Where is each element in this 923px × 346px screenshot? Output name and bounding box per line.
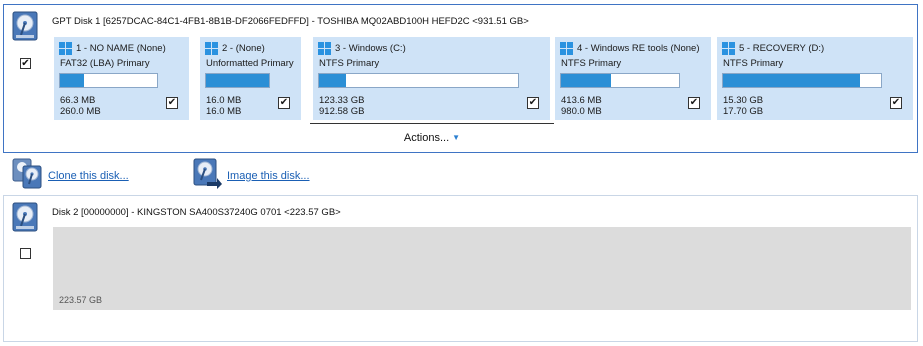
- partition-usage-fill: [206, 74, 269, 87]
- partition-filesystem: FAT32 (LBA) Primary: [60, 58, 150, 69]
- partition-total: 980.0 MB: [561, 106, 602, 117]
- partition-usage-bar: [560, 73, 680, 88]
- chevron-down-icon: ▼: [452, 133, 461, 142]
- partition-used: 123.33 GB: [319, 95, 365, 106]
- disk-2-checkbox[interactable]: [20, 248, 31, 259]
- disk-1-checkbox[interactable]: ✔: [20, 58, 31, 69]
- partition-usage-bar: [318, 73, 519, 88]
- windows-logo-icon: [560, 42, 573, 55]
- partition-label: 2 - (None): [222, 43, 265, 54]
- disk-1-panel[interactable]: ✔ GPT Disk 1 [6257DCAC-84C1-4FB1-8B1B-DF…: [3, 4, 918, 153]
- partition-used: 413.6 MB: [561, 95, 602, 106]
- partition-usage-fill: [561, 74, 611, 87]
- partition-checkbox[interactable]: ✔: [527, 97, 539, 109]
- disk-1-title: GPT Disk 1 [6257DCAC-84C1-4FB1-8B1B-DF20…: [52, 16, 529, 27]
- actions-button[interactable]: Actions... ▼: [310, 132, 554, 144]
- image-disk-link[interactable]: Image this disk...: [193, 158, 310, 193]
- windows-logo-icon: [318, 42, 331, 55]
- partition-header: 3 - Windows (C:): [318, 42, 406, 55]
- partition-total: 912.58 GB: [319, 106, 365, 117]
- partition-label: 4 - Windows RE tools (None): [577, 43, 700, 54]
- clone-disk-link[interactable]: Clone this disk...: [12, 158, 129, 193]
- clone-disk-label[interactable]: Clone this disk...: [48, 170, 129, 182]
- image-disk-icon: [193, 158, 223, 193]
- windows-logo-icon: [205, 42, 218, 55]
- partition-total: 260.0 MB: [60, 106, 101, 117]
- partition-header: 4 - Windows RE tools (None): [560, 42, 699, 55]
- partition-usage-bar: [205, 73, 270, 88]
- image-disk-label[interactable]: Image this disk...: [227, 170, 310, 182]
- partition-1[interactable]: 1 - NO NAME (None) FAT32 (LBA) Primary 66.…: [54, 37, 189, 120]
- partition-usage-bar: [59, 73, 158, 88]
- disk-2-title: Disk 2 [00000000] - KINGSTON SA400S37240…: [52, 207, 341, 218]
- partition-filesystem: NTFS Primary: [561, 58, 622, 69]
- partition-filesystem: Unformatted Primary: [206, 58, 294, 69]
- partition-header: 2 - (None): [205, 42, 265, 55]
- disk-2-panel[interactable]: Disk 2 [00000000] - KINGSTON SA400S37240…: [3, 195, 918, 342]
- partition-label: 3 - Windows (C:): [335, 43, 406, 54]
- disk-2-size: 223.57 GB: [59, 295, 103, 305]
- partition-3[interactable]: 3 - Windows (C:) NTFS Primary 123.33 GB 912…: [313, 37, 550, 120]
- partition-used: 16.0 MB: [206, 95, 242, 106]
- partition-2[interactable]: 2 - (None) Unformatted Primary 16.0 MB 16.0…: [200, 37, 301, 120]
- partition-usage-bar: [722, 73, 882, 88]
- unallocated-space[interactable]: 223.57 GB: [53, 227, 911, 310]
- actions-row: Actions... ▼: [310, 123, 554, 148]
- actions-label: Actions...: [403, 132, 450, 144]
- partition-filesystem: NTFS Primary: [319, 58, 380, 69]
- partition-header: 1 - NO NAME (None): [59, 42, 166, 55]
- partition-used: 15.30 GB: [723, 95, 764, 106]
- windows-logo-icon: [722, 42, 735, 55]
- partition-4[interactable]: 4 - Windows RE tools (None) NTFS Primary 4…: [555, 37, 711, 120]
- partition-usage-fill: [60, 74, 85, 87]
- partition-total: 17.70 GB: [723, 106, 764, 117]
- windows-logo-icon: [59, 42, 72, 55]
- partition-used: 66.3 MB: [60, 95, 96, 106]
- partition-checkbox[interactable]: ✔: [890, 97, 902, 109]
- partition-label: 5 - RECOVERY (D:): [739, 43, 825, 54]
- hard-disk-icon: [12, 11, 38, 41]
- partition-filesystem: NTFS Primary: [723, 58, 784, 69]
- clone-disk-icon: [12, 158, 44, 193]
- partition-usage-fill: [723, 74, 860, 87]
- partition-checkbox[interactable]: ✔: [688, 97, 700, 109]
- partition-header: 5 - RECOVERY (D:): [722, 42, 824, 55]
- partition-usage-fill: [319, 74, 346, 87]
- partition-total: 16.0 MB: [206, 106, 242, 117]
- partition-label: 1 - NO NAME (None): [76, 43, 166, 54]
- partition-checkbox[interactable]: ✔: [278, 97, 290, 109]
- partition-checkbox[interactable]: ✔: [166, 97, 178, 109]
- partition-5[interactable]: 5 - RECOVERY (D:) NTFS Primary 15.30 GB 17.…: [717, 37, 913, 120]
- hard-disk-icon: [12, 202, 38, 232]
